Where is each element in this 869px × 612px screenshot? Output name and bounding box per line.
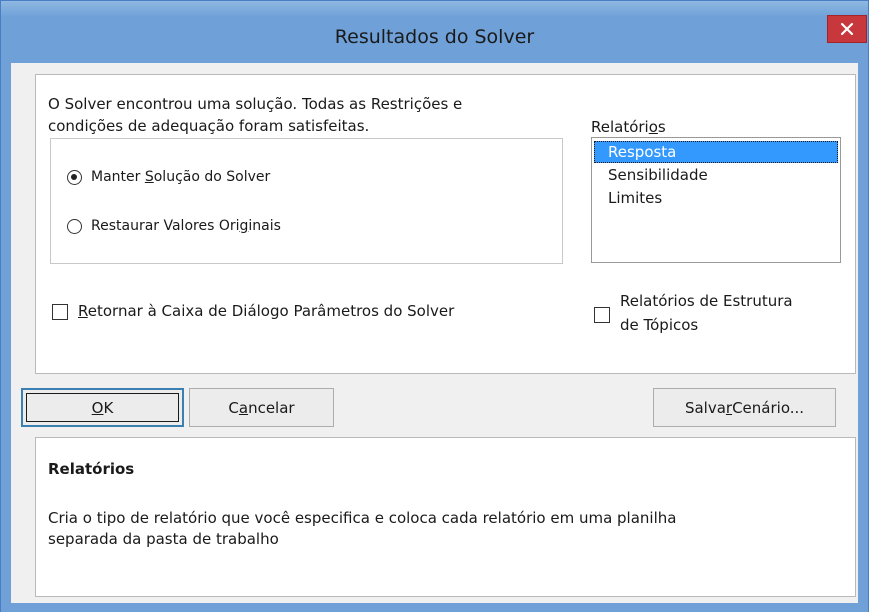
dialog-title: Resultados do Solver [334,26,535,48]
return-to-parameters-label[interactable]: Retornar à Caixa de Diálogo Parâmetros d… [78,302,454,320]
window-frame-bottom [1,603,868,612]
description-heading: Relatórios [48,460,135,478]
ok-button[interactable]: OK [21,388,184,427]
description-panel: Relatórios Cria o tipo de relatório que … [35,437,856,597]
close-button[interactable] [827,15,867,43]
solution-options-group: Manter Solução do Solver Restaurar Valor… [50,138,563,264]
window-frame-right [858,63,868,612]
restore-values-label[interactable]: Restaurar Valores Originais [91,218,281,234]
outline-reports-label-line2[interactable]: de Tópicos [620,316,698,334]
outline-reports-checkbox[interactable] [594,307,610,323]
outline-reports-label-line1[interactable]: Relatórios de Estrutura [620,292,793,310]
report-item-resposta[interactable]: Resposta [594,141,838,163]
keep-solution-label[interactable]: Manter Solução do Solver [91,169,270,185]
window-frame-left [1,63,11,612]
result-message-line2: condições de adequação foram satisfeitas… [48,117,370,135]
restore-values-radio[interactable] [67,219,82,234]
reports-listbox[interactable]: Resposta Sensibilidade Limites [591,137,841,263]
solver-results-dialog: Resultados do Solver O Solver encontrou … [0,0,869,612]
main-options-panel: O Solver encontrou uma solução. Todas as… [35,74,856,374]
close-icon [840,22,854,36]
return-to-parameters-checkbox[interactable] [52,304,68,320]
title-bar[interactable]: Resultados do Solver [1,1,868,63]
report-item-limites[interactable]: Limites [594,187,838,209]
cancel-button[interactable]: Ca ncelar [189,388,334,427]
result-message-line1: O Solver encontrou uma solução. Todas as… [48,95,463,113]
description-line2: separada da pasta de trabalho [48,530,279,548]
keep-solution-radio[interactable] [67,170,82,185]
report-item-sensibilidade[interactable]: Sensibilidade [594,164,838,186]
reports-label: Relatórios [591,118,666,136]
save-scenario-button[interactable]: Salva r Cenário... [653,388,836,427]
description-line1: Cria o tipo de relatório que você especi… [48,509,677,527]
